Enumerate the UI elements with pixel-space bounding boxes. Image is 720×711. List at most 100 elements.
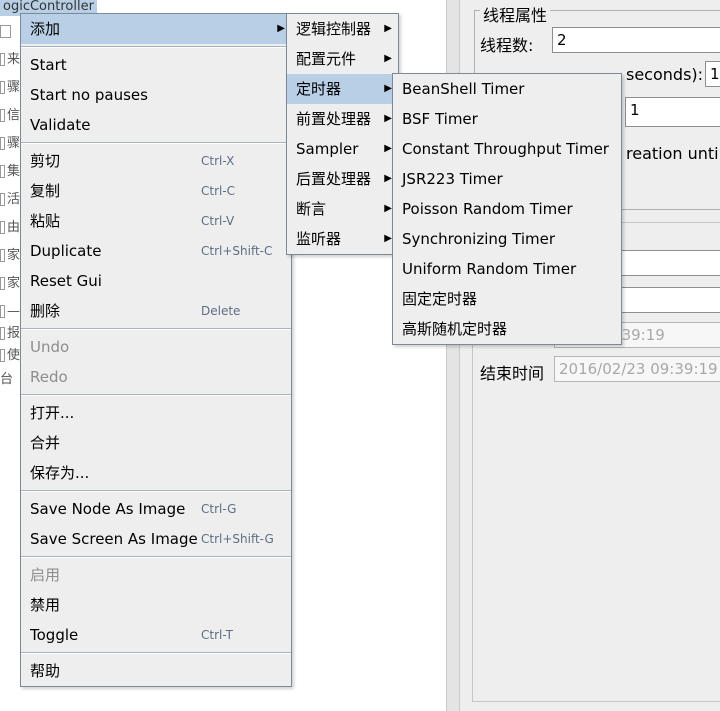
menu-item-redo[interactable]: Redo [21,362,291,392]
end-time-input[interactable]: 2016/02/23 09:39:19 [554,356,720,382]
menu-item-label: Sampler [296,140,359,158]
menu-item-label: 后置处理器 [296,170,372,188]
thread-count-input[interactable]: 2 [552,27,720,53]
tree-node-icon [0,52,5,66]
menu-item-jsr223-timer[interactable]: JSR223 Timer [393,164,621,194]
menu-item-label: Save Screen As Image [30,530,198,548]
tree-row[interactable]: 家 [0,272,20,294]
menu-item-add[interactable]: 添加 ▶ [21,14,291,44]
submenu-arrow-icon: ▶ [384,53,392,64]
menu-item-synchronizing-timer[interactable]: Synchronizing Timer [393,224,621,254]
tree-node-label: 家 [6,247,20,263]
add-submenu: 逻辑控制器 ▶ 配置元件 ▶ 定时器 ▶ 前置处理器 ▶ Sampler ▶ 后… [286,13,399,255]
tree-node-icon [0,304,5,318]
thread-properties-legend: 线程属性 [480,2,551,26]
tree-row[interactable]: 骤 [0,132,20,154]
menu-item-copy[interactable]: 复制 Ctrl-C [21,176,291,206]
tree-row[interactable]: 骤 [0,76,20,98]
tree-row[interactable]: 使 [0,344,20,366]
end-time-label: 结束时间 [480,364,545,383]
shortcut-label: Ctrl-T [201,628,233,642]
menu-item-timer[interactable]: 定时器 ▶ [287,74,398,104]
tree-node-icon [0,248,5,262]
tree-row[interactable]: 报 [0,322,20,344]
menu-item-merge[interactable]: 合并 [21,428,291,458]
menu-item-cut[interactable]: 剪切 Ctrl-X [21,146,291,176]
submenu-arrow-icon: ▶ [277,23,285,34]
tree-node-label: 来 [6,51,20,67]
menu-item-label: 添加 [30,20,61,38]
menu-item-poisson-random-timer[interactable]: Poisson Random Timer [393,194,621,224]
menu-item-label: 粘贴 [30,212,61,230]
tree-node-icon [0,220,5,234]
menu-item-validate[interactable]: Validate [21,110,291,140]
menu-item-delete[interactable]: 删除 Delete [21,296,291,326]
menu-item-label: Duplicate [30,242,102,260]
submenu-arrow-icon: ▶ [384,83,392,94]
menu-item-start[interactable]: Start [21,50,291,80]
tree-node-label: 骤 [6,79,20,95]
submenu-arrow-icon: ▶ [384,173,392,184]
submenu-arrow-icon: ▶ [384,233,392,244]
tree-node-icon [0,164,5,178]
context-menu: 添加 ▶ Start Start no pauses Validate 剪切 C… [20,13,292,687]
menu-item-assertion[interactable]: 断言 ▶ [287,194,398,224]
tree-node-label: 使 [6,347,20,363]
menu-item-logic-controller[interactable]: 逻辑控制器 ▶ [287,14,398,44]
shortcut-label: Ctrl-C [201,184,236,198]
loop-count-input[interactable]: 1 [625,97,720,127]
menu-item-constant-throughput-timer[interactable]: Constant Throughput Timer [393,134,621,164]
menu-item-save-as[interactable]: 保存为... [21,458,291,488]
menu-item-uniform-random-timer[interactable]: Uniform Random Timer [393,254,621,284]
menu-item-label: 删除 [30,302,61,320]
tree-node-label: 由 [6,219,20,235]
menu-item-listener[interactable]: 监听器 ▶ [287,224,398,254]
menu-item-sampler[interactable]: Sampler ▶ [287,134,398,164]
menu-item-save-node-image[interactable]: Save Node As Image Ctrl-G [21,494,291,524]
menu-item-open[interactable]: 打开... [21,398,291,428]
tree-row[interactable]: 台 [0,368,20,390]
tree-row[interactable]: 家 [0,244,20,266]
menu-item-fixed-timer[interactable]: 固定定时器 [393,284,621,314]
menu-item-reset-gui[interactable]: Reset Gui [21,266,291,296]
menu-item-gaussian-random-timer[interactable]: 高斯随机定时器 [393,314,621,344]
shortcut-label: Ctrl+Shift-G [201,532,274,546]
tree-row[interactable]: 由 [0,216,20,238]
tree-node-icon [0,136,5,150]
tree-node-label: 集 [6,163,20,179]
menu-item-label: 定时器 [296,80,342,98]
thread-count-label: 线程数: [480,36,534,55]
menu-separator [21,142,291,144]
tree-row[interactable] [0,20,20,42]
menu-item-bsf-timer[interactable]: BSF Timer [393,104,621,134]
menu-item-start-no-pauses[interactable]: Start no pauses [21,80,291,110]
menu-item-disable[interactable]: 禁用 [21,590,291,620]
tree-row[interactable]: 信 [0,104,20,126]
menu-item-toggle[interactable]: Toggle Ctrl-T [21,620,291,650]
menu-item-pre-processor[interactable]: 前置处理器 ▶ [287,104,398,134]
menu-item-enable[interactable]: 启用 [21,560,291,590]
menu-item-label: 剪切 [30,152,61,170]
tree-row[interactable]: 来 [0,48,20,70]
tree-node-label: 报 [6,325,20,341]
menu-item-beanshell-timer[interactable]: BeanShell Timer [393,74,621,104]
tree-row[interactable]: — [0,300,20,322]
menu-separator [21,652,291,654]
menu-item-duplicate[interactable]: Duplicate Ctrl+Shift-C [21,236,291,266]
menu-separator [21,46,291,48]
menu-item-label: 断言 [296,200,327,218]
menu-item-undo[interactable]: Undo [21,332,291,362]
menu-item-save-screen-image[interactable]: Save Screen As Image Ctrl+Shift-G [21,524,291,554]
tree-row[interactable]: 活 [0,188,20,210]
menu-item-help[interactable]: 帮助 [21,656,291,686]
menu-item-label: 逻辑控制器 [296,20,372,38]
tree-node-label: — [7,303,20,319]
rampup-input[interactable]: 1 [705,61,720,87]
menu-item-label: 配置元件 [296,50,357,68]
menu-item-post-processor[interactable]: 后置处理器 ▶ [287,164,398,194]
menu-item-paste[interactable]: 粘贴 Ctrl-V [21,206,291,236]
tree-row[interactable]: 集 [0,160,20,182]
menu-item-config-element[interactable]: 配置元件 ▶ [287,44,398,74]
tree-node-icon [0,276,5,290]
menu-separator [21,328,291,330]
